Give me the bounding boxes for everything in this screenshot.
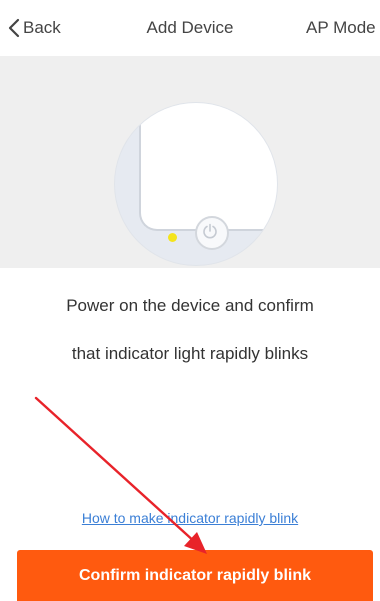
- indicator-light: [168, 233, 177, 242]
- instruction-line-2: that indicator light rapidly blinks: [71, 344, 309, 363]
- navigation-bar: Back Add Device AP Mode: [0, 0, 380, 56]
- confirm-button[interactable]: Confirm indicator rapidly blink: [17, 550, 373, 601]
- power-button-graphic: [195, 216, 229, 250]
- help-link[interactable]: How to make indicator rapidly blink: [0, 510, 380, 526]
- device-illustration: [114, 102, 278, 266]
- power-icon: [203, 223, 217, 239]
- device-illustration-panel: [0, 56, 380, 268]
- device-face: [139, 103, 277, 231]
- instruction-line-1: Power on the device and confirm: [66, 296, 314, 315]
- ap-mode-button[interactable]: AP Mode: [306, 18, 380, 38]
